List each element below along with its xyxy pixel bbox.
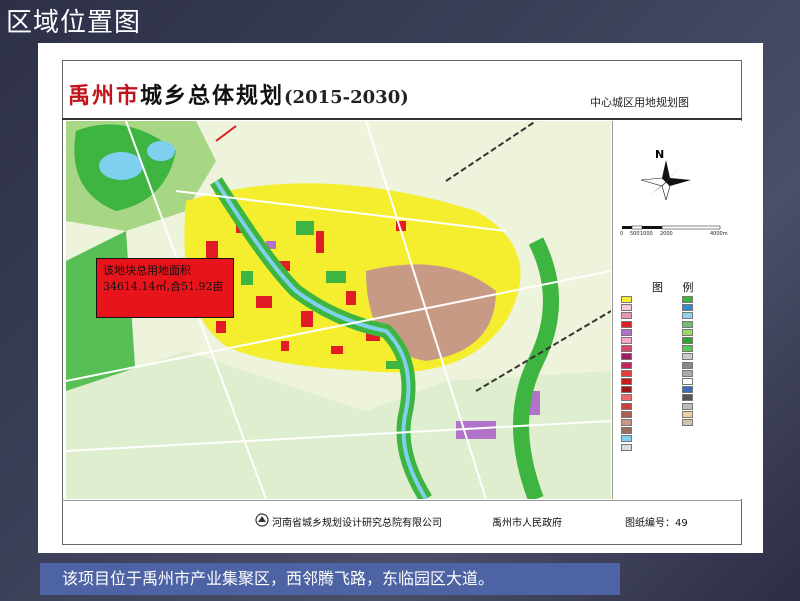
scale-label-2000: 2000 — [660, 231, 673, 237]
legend-swatch — [621, 328, 632, 336]
legend-swatch — [621, 320, 632, 328]
legend-title: 图 例 — [652, 281, 702, 294]
title-divider — [62, 118, 742, 120]
legend-swatch — [621, 345, 632, 353]
footer-government: 禹州市人民政府 — [492, 518, 562, 529]
legend-swatch — [621, 443, 632, 451]
legend-swatch — [682, 312, 693, 320]
legend-swatch — [621, 296, 632, 303]
legend-swatch — [621, 394, 632, 402]
callout-line-1: 该地块总用地面积 — [103, 264, 191, 277]
parcel-area-callout: 该地块总用地面积 34614.14㎡,合51.92亩 — [96, 258, 234, 318]
map-title-plan: 城乡总体规划 — [140, 83, 285, 109]
legend-swatch — [682, 328, 693, 336]
legend-swatch — [682, 345, 693, 353]
map-subtitle: 中心城区用地规划图 — [590, 96, 689, 109]
legend-swatch — [682, 402, 693, 410]
legend-swatch — [682, 337, 693, 344]
legend-swatch — [621, 402, 632, 410]
legend-swatch — [621, 427, 632, 435]
legend-swatch — [621, 419, 632, 426]
scale-label-1000: 1000 — [640, 231, 653, 237]
legend-swatch — [621, 369, 632, 377]
legend-swatch — [621, 410, 632, 418]
legend-swatch — [621, 312, 632, 320]
legend-swatch — [682, 378, 693, 385]
legend-swatch — [682, 419, 693, 426]
institute-logo-icon — [255, 513, 269, 527]
footer-institute: 河南省城乡规划设计研究总院有限公司 — [272, 518, 442, 529]
legend-swatch — [682, 353, 693, 361]
callout-line-2: 34614.14㎡,合51.92亩 — [103, 280, 224, 293]
legend-swatch — [621, 386, 632, 394]
footer-drawing-number: 图纸编号：49 — [625, 518, 688, 529]
map-title-years: (2015-2030) — [284, 87, 409, 108]
map-title-city: 禹州市 — [68, 83, 141, 109]
legend-swatch — [682, 410, 693, 418]
legend-swatch — [621, 353, 632, 361]
caption-text: 该项目位于禹州市产业集聚区，西邻腾飞路，东临园区大道。 — [40, 563, 620, 595]
scale-label-0: 0 — [620, 231, 624, 237]
legend-swatch — [621, 337, 632, 344]
legend-swatch — [682, 369, 693, 377]
map-title: 禹州市城乡总体规划(2015-2030) — [68, 78, 409, 110]
scale-label-4000: 4000m — [710, 231, 728, 237]
compass-rose-icon — [641, 160, 691, 200]
legend-swatch — [621, 378, 632, 385]
legend-swatch — [682, 320, 693, 328]
legend-swatch — [682, 394, 693, 402]
map-footer: 河南省城乡规划设计研究总院有限公司 禹州市人民政府 图纸编号：49 — [62, 500, 742, 541]
legend-swatch — [682, 296, 693, 303]
legend-swatch — [682, 304, 693, 312]
legend-swatch — [682, 361, 693, 369]
legend-swatch — [621, 304, 632, 312]
slide-title: 区域位置图 — [6, 8, 142, 38]
scale-label-500: 500 — [630, 231, 640, 237]
legend-swatch — [621, 435, 632, 443]
legend-swatch — [621, 361, 632, 369]
legend-swatch — [682, 386, 693, 394]
